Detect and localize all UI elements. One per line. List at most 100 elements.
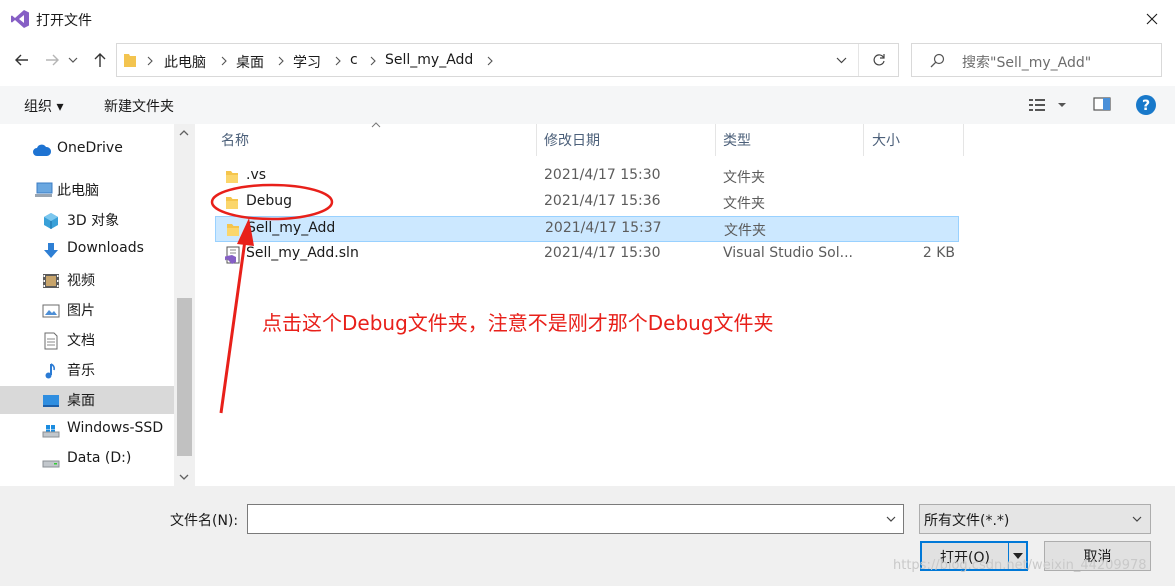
file-row[interactable]: Sell_my_Add 2021/4/17 15:37 文件夹 <box>215 216 959 242</box>
scroll-up-icon[interactable] <box>179 130 189 136</box>
column-divider <box>963 124 964 156</box>
sidebar-item-music[interactable]: 音乐 <box>0 356 174 384</box>
help-button[interactable]: ? <box>1135 94 1157 116</box>
annotation-text: 点击这个Debug文件夹，注意不是刚才那个Debug文件夹 <box>262 311 774 335</box>
file-list: 名称 修改日期 类型 大小 .vs 2021/4/17 15:30 文件夹 De… <box>195 122 1175 486</box>
search-box[interactable]: 搜索"Sell_my_Add" <box>911 43 1162 77</box>
filename-label: 文件名(N): <box>170 513 239 529</box>
video-icon <box>42 272 60 290</box>
recent-locations-button[interactable] <box>66 45 80 75</box>
sort-ascending-icon <box>371 122 381 128</box>
preview-pane-button[interactable] <box>1093 96 1111 112</box>
column-header-name[interactable]: 名称 <box>221 130 249 150</box>
sidebar-item-videos[interactable]: 视频 <box>0 266 174 294</box>
svg-text:?: ? <box>1142 98 1150 114</box>
file-modified: 2021/4/17 15:30 <box>544 167 661 183</box>
sidebar-item-onedrive[interactable]: OneDrive <box>0 136 174 164</box>
download-icon <box>42 242 60 260</box>
column-header-size[interactable]: 大小 <box>872 130 900 150</box>
drive-icon <box>42 422 60 440</box>
sidebar-item-label: Windows-SSD <box>67 420 164 436</box>
cloud-icon <box>32 143 52 157</box>
sidebar-item-desktop[interactable]: 桌面 <box>0 386 174 414</box>
file-name: .vs <box>246 167 267 183</box>
file-row[interactable]: .vs 2021/4/17 15:30 文件夹 <box>215 164 959 190</box>
breadcrumb-item[interactable]: c <box>350 52 358 68</box>
desktop-icon <box>42 392 60 410</box>
sidebar-item-label: OneDrive <box>57 140 123 156</box>
sidebar-item-pictures[interactable]: 图片 <box>0 296 174 324</box>
up-arrow-icon <box>94 53 106 67</box>
forward-button[interactable] <box>40 45 64 75</box>
chevron-right-icon <box>487 56 493 66</box>
close-button[interactable] <box>1129 0 1175 38</box>
sidebar-item-3d-objects[interactable]: 3D 对象 <box>0 206 174 234</box>
watermark: https://blog.csdn.net/weixin_44209978 <box>893 558 1147 573</box>
filename-input[interactable] <box>247 504 904 534</box>
title-bar: 打开文件 <box>0 0 1175 38</box>
breadcrumb-item[interactable]: 此电脑 <box>164 52 206 72</box>
column-divider <box>715 124 716 156</box>
chevron-right-icon <box>278 56 284 66</box>
refresh-icon <box>873 54 885 66</box>
preview-pane-icon <box>1093 97 1111 111</box>
column-header-type[interactable]: 类型 <box>723 130 751 150</box>
3d-objects-icon <box>42 212 60 230</box>
file-type-filter[interactable]: 所有文件(*.*) <box>919 504 1151 534</box>
breadcrumb-item[interactable]: 桌面 <box>236 52 264 72</box>
close-icon <box>1146 13 1158 25</box>
chevron-right-icon <box>221 56 227 66</box>
sidebar-item-label: 图片 <box>67 303 95 319</box>
sidebar-item-label: 文档 <box>67 333 95 349</box>
chevron-right-icon <box>370 56 376 66</box>
chevron-right-icon <box>335 56 341 66</box>
navigation-scrollbar[interactable] <box>174 124 195 486</box>
file-modified: 2021/4/17 15:36 <box>544 193 661 209</box>
search-placeholder: 搜索"Sell_my_Add" <box>962 55 1092 71</box>
back-button[interactable] <box>10 45 34 75</box>
folder-icon <box>223 168 241 186</box>
sidebar-item-label: 3D 对象 <box>67 213 120 229</box>
organize-menu[interactable]: 组织 ▾ <box>24 96 63 116</box>
documents-icon <box>42 332 60 350</box>
file-modified: 2021/4/17 15:30 <box>544 245 661 261</box>
folder-icon <box>123 52 137 68</box>
file-modified: 2021/4/17 15:37 <box>545 220 662 236</box>
column-header-modified[interactable]: 修改日期 <box>544 130 600 150</box>
file-name: Sell_my_Add.sln <box>246 245 359 261</box>
sidebar-item-windows-ssd[interactable]: Windows-SSD <box>0 416 174 444</box>
chevron-down-icon <box>836 57 846 63</box>
sidebar-item-label: 视频 <box>67 273 95 289</box>
breadcrumb-item[interactable]: 学习 <box>293 52 321 72</box>
details-view-icon <box>1029 99 1066 111</box>
column-divider <box>863 124 864 156</box>
up-button[interactable] <box>88 45 112 75</box>
sidebar-item-documents[interactable]: 文档 <box>0 326 174 354</box>
chevron-right-icon <box>147 56 153 66</box>
visual-studio-logo-icon <box>10 9 30 29</box>
sidebar-item-label: Data (D:) <box>67 450 132 466</box>
filename-dropdown-button[interactable] <box>880 505 902 533</box>
file-size: 2 KB <box>922 245 955 261</box>
file-type-filter-value: 所有文件(*.*) <box>924 513 1010 529</box>
file-type: 文件夹 <box>723 170 765 186</box>
navigation-pane: OneDrive 此电脑 3D 对象 Downloads 视频 图片 文档 音乐… <box>0 124 174 486</box>
view-options-button[interactable] <box>1028 97 1068 113</box>
address-history-button[interactable] <box>827 44 855 76</box>
scrollbar-thumb[interactable] <box>177 298 192 456</box>
sidebar-item-data-d[interactable]: Data (D:) <box>0 446 174 474</box>
file-row[interactable]: Debug 2021/4/17 15:36 文件夹 <box>215 190 959 216</box>
folder-icon <box>224 221 242 239</box>
new-folder-button[interactable]: 新建文件夹 <box>104 96 174 116</box>
sidebar-item-downloads[interactable]: Downloads <box>0 236 174 264</box>
file-type: Visual Studio Sol... <box>723 245 853 261</box>
sidebar-item-label: Downloads <box>67 240 144 256</box>
file-name: Debug <box>246 193 293 209</box>
sidebar-item-this-pc[interactable]: 此电脑 <box>0 176 174 204</box>
breadcrumb-item[interactable]: Sell_my_Add <box>385 52 473 68</box>
address-bar[interactable]: 此电脑 桌面 学习 c Sell_my_Add <box>116 43 899 77</box>
file-row[interactable]: Sell_my_Add.sln 2021/4/17 15:30 Visual S… <box>215 242 959 268</box>
refresh-button[interactable] <box>858 44 899 76</box>
scroll-down-icon[interactable] <box>179 474 189 480</box>
file-name: Sell_my_Add <box>247 220 336 236</box>
